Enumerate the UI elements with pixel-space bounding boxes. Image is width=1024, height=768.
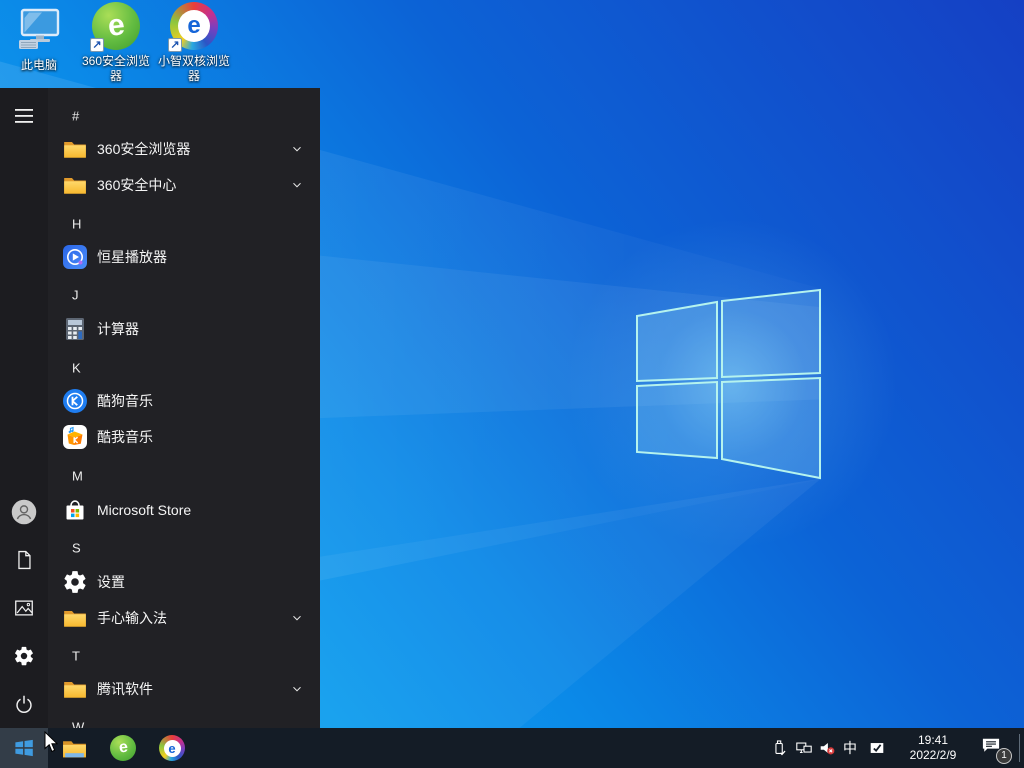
pictures-button[interactable]	[0, 584, 48, 632]
start-menu: # 360安全浏览器 360安全中心 H 恒星播放器 J 计算器 K 酷狗音乐	[0, 88, 320, 728]
taskbar-clock[interactable]: 19:41 2022/2/9	[902, 733, 964, 763]
documents-button[interactable]	[0, 536, 48, 584]
chevron-down-icon[interactable]	[290, 611, 304, 625]
desktop-icon-label: 360安全浏览器	[77, 54, 155, 84]
app-list-section[interactable]: W	[48, 709, 320, 728]
app-list-section[interactable]: K	[48, 350, 320, 386]
section-letter: K	[72, 361, 81, 376]
kuwo-music-icon	[62, 424, 88, 450]
gear-icon	[13, 645, 35, 667]
section-letter: T	[72, 649, 80, 664]
ime-indicator[interactable]: 中	[843, 740, 857, 756]
power-button[interactable]	[0, 680, 48, 728]
network-icon[interactable]	[795, 739, 813, 757]
taskbar: e e 中 19:41 2022/2/9 1	[0, 728, 1024, 768]
start-menu-item-kuwo-music[interactable]: 酷我音乐	[48, 419, 320, 455]
item-label: Microsoft Store	[97, 502, 191, 518]
kugou-music-icon	[62, 388, 88, 414]
app-list-section[interactable]: #	[48, 98, 320, 134]
taskbar-360-browser[interactable]: e	[99, 728, 147, 768]
section-letter: H	[72, 217, 81, 232]
start-menu-item-shouxin-ime-folder[interactable]: 手心输入法	[48, 600, 320, 636]
shortcut-arrow-icon: ↗	[90, 38, 104, 52]
app-list-section[interactable]: H	[48, 206, 320, 242]
user-icon	[10, 498, 38, 526]
taskbar-xiaozhi-browser[interactable]: e	[148, 728, 196, 768]
desktop-icon-360-browser[interactable]: e ↗ 360安全浏览器	[77, 2, 155, 84]
item-label: 腾讯软件	[97, 679, 153, 699]
item-label: 计算器	[97, 319, 139, 339]
start-menu-item-kugou-music[interactable]: 酷狗音乐	[48, 383, 320, 419]
picture-icon	[13, 597, 35, 619]
volume-muted-icon[interactable]	[818, 739, 836, 757]
folder-icon	[62, 136, 88, 162]
xiaozhi-browser-icon: e	[159, 735, 185, 761]
360-browser-icon: e	[110, 735, 136, 761]
windows-desktop: 此电脑 e ↗ 360安全浏览器 e ↗ 小智双核浏览器	[0, 0, 1024, 768]
folder-icon	[62, 172, 88, 198]
start-menu-item-calculator[interactable]: 计算器	[48, 311, 320, 347]
desktop-icon-label: 小智双核浏览器	[155, 54, 233, 84]
show-desktop-button[interactable]	[1019, 734, 1020, 762]
clock-date: 2022/2/9	[902, 748, 964, 763]
item-label: 酷我音乐	[97, 427, 153, 447]
desktop-icon-xiaozhi-browser[interactable]: e ↗ 小智双核浏览器	[155, 2, 233, 84]
item-label: 手心输入法	[97, 608, 167, 628]
item-label: 360安全中心	[97, 175, 176, 195]
start-menu-item-360-browser-folder[interactable]: 360安全浏览器	[48, 131, 320, 167]
desktop-icon-this-pc[interactable]: 此电脑	[0, 6, 78, 73]
windows-logo-graphic	[630, 284, 830, 494]
file-explorer-icon	[61, 735, 88, 762]
power-icon	[13, 693, 35, 715]
desktop-icon-label: 此电脑	[0, 58, 78, 73]
start-menu-item-360-center-folder[interactable]: 360安全中心	[48, 167, 320, 203]
start-button[interactable]	[0, 728, 48, 768]
app-list-section[interactable]: S	[48, 530, 320, 566]
section-letter: M	[72, 469, 83, 484]
hamburger-icon	[15, 108, 33, 124]
start-menu-rail	[0, 88, 48, 728]
section-letter: S	[72, 541, 81, 556]
shortcut-arrow-icon: ↗	[168, 38, 182, 52]
start-menu-item-microsoft-store[interactable]: Microsoft Store	[48, 492, 320, 528]
windows-start-icon	[13, 737, 35, 759]
start-menu-item-hengxing-player[interactable]: 恒星播放器	[48, 239, 320, 275]
usb-device-icon[interactable]	[771, 739, 789, 757]
start-menu-item-tencent-folder[interactable]: 腾讯软件	[48, 671, 320, 707]
hengxing-player-icon	[62, 244, 88, 270]
folder-icon	[62, 676, 88, 702]
app-list-section[interactable]: T	[48, 638, 320, 674]
app-list-section[interactable]: J	[48, 277, 320, 313]
section-letter: W	[72, 720, 84, 729]
document-icon	[13, 549, 35, 571]
this-pc-icon	[15, 6, 63, 54]
section-letter: J	[72, 288, 79, 303]
user-account-button[interactable]	[0, 488, 48, 536]
notification-count-badge: 1	[996, 748, 1012, 764]
hamburger-menu-button[interactable]	[0, 92, 48, 140]
item-label: 恒星播放器	[97, 247, 167, 267]
item-label: 设置	[97, 572, 125, 592]
section-letter: #	[72, 109, 79, 124]
item-label: 360安全浏览器	[97, 139, 190, 159]
chevron-down-icon[interactable]	[290, 682, 304, 696]
settings-button[interactable]	[0, 632, 48, 680]
item-label: 酷狗音乐	[97, 391, 153, 411]
mouse-cursor	[44, 731, 58, 753]
windows-security-icon[interactable]	[868, 739, 886, 757]
clock-time: 19:41	[902, 733, 964, 748]
calculator-icon	[62, 316, 88, 342]
folder-icon	[62, 605, 88, 631]
start-menu-item-settings[interactable]: 设置	[48, 564, 320, 600]
chevron-down-icon[interactable]	[290, 142, 304, 156]
app-list-section[interactable]: M	[48, 458, 320, 494]
chevron-down-icon[interactable]	[290, 178, 304, 192]
settings-gear-icon	[62, 569, 88, 595]
microsoft-store-icon	[62, 497, 88, 523]
